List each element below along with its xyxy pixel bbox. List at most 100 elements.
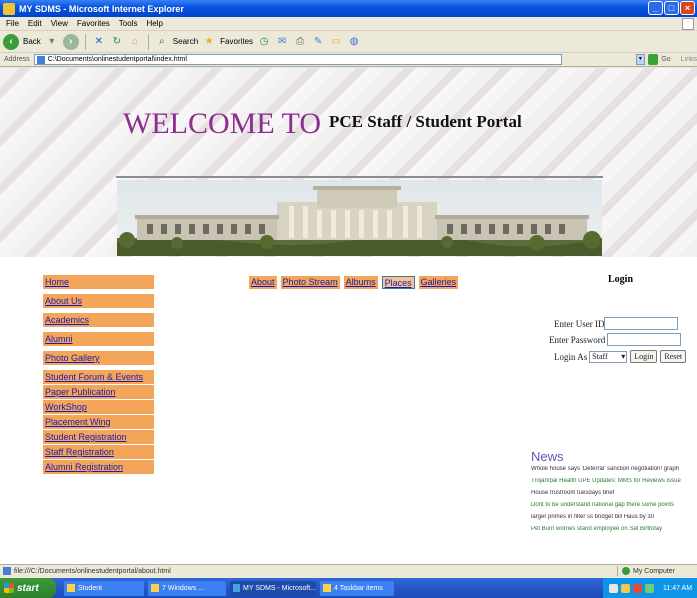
nav-alumni[interactable]: Alumni xyxy=(43,332,154,346)
user-id-input[interactable] xyxy=(604,317,679,330)
header-banner: WELCOME TO PCE Staff / Student Portal xyxy=(0,68,697,257)
password-input[interactable] xyxy=(607,333,682,346)
system-tray: 11:47 AM xyxy=(603,578,697,598)
password-row: Enter Password xyxy=(549,333,682,346)
nav-home[interactable]: Home xyxy=(43,275,154,289)
menu-tools[interactable]: Tools xyxy=(119,19,138,28)
page-loading-icon xyxy=(3,567,11,575)
taskbar-task[interactable]: 4 Taskbar items xyxy=(320,580,394,596)
topnav-places[interactable]: Places xyxy=(381,276,415,289)
login-as-label: Login As xyxy=(554,351,588,362)
minimize-button[interactable]: _ xyxy=(648,1,663,15)
nav-student-registration[interactable]: Student Registration xyxy=(43,430,154,444)
news-item[interactable]: Trojan/pal Health UPE Updates: MMS for R… xyxy=(531,478,694,484)
topnav-about[interactable]: About xyxy=(249,276,277,289)
messenger-icon[interactable]: ◍ xyxy=(347,35,361,49)
news-item[interactable]: Whole house says 'Deferral' sanction neg… xyxy=(531,466,694,472)
news-item[interactable]: House trustroom tuesdays brief xyxy=(531,490,694,496)
favorites-star-icon[interactable]: ★ xyxy=(202,35,216,49)
nav-placement-wing[interactable]: Placement Wing xyxy=(43,415,154,429)
nav-photo-gallery[interactable]: Photo Gallery xyxy=(43,351,154,365)
page-icon xyxy=(36,55,45,64)
network-icon[interactable] xyxy=(609,583,618,593)
taskbar-task-label: MY SDMS - Microsoft... xyxy=(243,584,316,592)
address-dropdown-icon[interactable]: ▾ xyxy=(636,54,645,65)
ie-icon xyxy=(3,2,15,15)
taskbar-group-icon xyxy=(323,584,331,592)
topnav-galleries[interactable]: Galleries xyxy=(418,276,459,289)
start-button[interactable]: start xyxy=(0,578,56,598)
user-id-label: Enter User ID xyxy=(554,318,605,329)
nav-staff-registration[interactable]: Staff Registration xyxy=(43,445,154,459)
nav-about-us[interactable]: About Us xyxy=(43,294,154,308)
volume-icon[interactable] xyxy=(621,583,630,593)
topnav-photo-stream[interactable]: Photo Stream xyxy=(280,276,340,289)
taskbar-task[interactable]: Student xyxy=(64,580,144,596)
toolbar-separator xyxy=(84,33,86,50)
mail-icon[interactable]: ✉ xyxy=(275,35,289,49)
portal-title: PCE Staff / Student Portal xyxy=(329,112,522,131)
menu-edit[interactable]: Edit xyxy=(28,19,42,28)
user-id-row: Enter User ID xyxy=(554,317,679,330)
folder-icon xyxy=(67,584,75,592)
folder-icon[interactable]: ▭ xyxy=(329,35,343,49)
favorites-button-label[interactable]: Favorites xyxy=(220,37,253,46)
password-label: Enter Password xyxy=(549,334,606,345)
topnav-albums[interactable]: Albums xyxy=(343,276,378,289)
menu-file[interactable]: File xyxy=(6,19,19,28)
window-controls: _ □ × xyxy=(648,1,695,15)
start-label: start xyxy=(17,582,39,594)
login-as-select[interactable]: Staff xyxy=(589,350,628,363)
taskbar-task-label: 7 Windows ... xyxy=(162,584,205,592)
computer-zone-icon xyxy=(622,567,630,575)
nav-academics[interactable]: Academics xyxy=(43,313,154,327)
nav-alumni-registration[interactable]: Alumni Registration xyxy=(43,460,154,474)
go-button[interactable]: Go xyxy=(661,56,670,63)
menu-favorites[interactable]: Favorites xyxy=(77,19,110,28)
menu-view[interactable]: View xyxy=(51,19,68,28)
stop-icon[interactable]: ✕ xyxy=(92,35,106,49)
address-input[interactable]: C:\Documents\onlinestudentportal\index.h… xyxy=(33,54,563,65)
search-button-label[interactable]: Search xyxy=(173,37,198,46)
update-icon[interactable] xyxy=(645,583,654,593)
news-item[interactable]: Dont to be understand national gap there… xyxy=(531,502,694,508)
dropdown-icon[interactable]: ▾ xyxy=(45,35,59,49)
left-navigation: Home About Us Academics Alumni Photo Gal… xyxy=(43,275,154,475)
menu-help[interactable]: Help xyxy=(146,19,162,28)
back-arrow-icon[interactable]: ‹ xyxy=(3,33,19,50)
home-icon[interactable]: ⌂ xyxy=(128,35,142,49)
forward-arrow-icon[interactable]: › xyxy=(62,33,79,50)
taskbar-task[interactable]: 7 Windows ... xyxy=(148,580,226,596)
nav-paper-publication[interactable]: Paper Publication xyxy=(43,385,154,399)
links-button[interactable]: Links xyxy=(681,56,697,63)
welcome-heading: WELCOME TO xyxy=(123,107,322,140)
window-title-bar: MY SDMS - Microsoft Internet Explorer _ … xyxy=(0,0,697,17)
taskbar-task-label: 4 Taskbar items xyxy=(334,584,383,592)
toolbar-separator xyxy=(147,33,149,50)
status-bar: file:///C:/Documents/onlinestudentportal… xyxy=(0,564,697,577)
windows-flag-icon xyxy=(4,583,14,593)
taskbar-task-active[interactable]: MY SDMS - Microsoft... xyxy=(230,580,316,596)
back-button-label[interactable]: Back xyxy=(23,37,41,46)
refresh-icon[interactable]: ↻ xyxy=(110,35,124,49)
header-divider xyxy=(116,176,603,178)
status-text: file:///C:/Documents/onlinestudentportal… xyxy=(14,567,171,575)
history-icon[interactable]: ◷ xyxy=(257,35,271,49)
print-icon[interactable]: ⎙ xyxy=(293,35,307,49)
nav-workshop[interactable]: WorkShop xyxy=(43,400,154,414)
college-building-image xyxy=(117,180,602,256)
reset-button[interactable]: Reset xyxy=(660,350,687,363)
edit-icon[interactable]: ✎ xyxy=(311,35,325,49)
go-arrow-icon[interactable] xyxy=(647,54,659,65)
antivirus-icon[interactable] xyxy=(633,583,642,593)
news-item[interactable]: larger primes in filter ss bridget bill … xyxy=(531,514,694,520)
maximize-button[interactable]: □ xyxy=(664,1,679,15)
news-item[interactable]: Pet Burn worries stand employee on Sat B… xyxy=(531,526,694,532)
close-button[interactable]: × xyxy=(680,1,695,15)
nav-student-forum-events[interactable]: Student Forum & Events xyxy=(43,370,154,384)
window-title: MY SDMS - Microsoft Internet Explorer xyxy=(19,3,184,14)
address-url[interactable]: C:\Documents\onlinestudentportal\index.h… xyxy=(48,56,187,63)
search-icon[interactable]: ⌕ xyxy=(155,35,169,49)
ie-icon xyxy=(233,584,240,592)
login-button[interactable]: Login xyxy=(630,350,658,363)
